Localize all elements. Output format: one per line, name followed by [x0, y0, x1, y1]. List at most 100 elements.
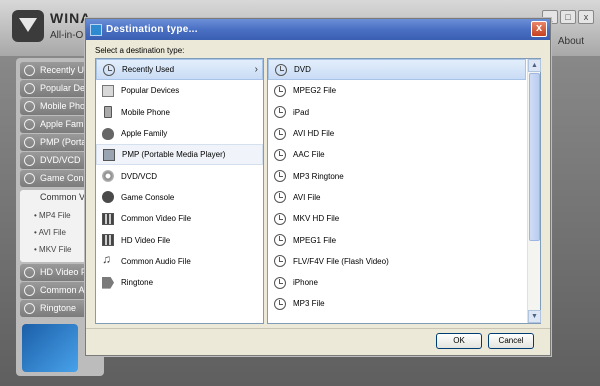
format-list-scrollbar[interactable]: ▲ ▼	[527, 59, 541, 323]
category-item-apple-family[interactable]: Apple Family	[96, 123, 263, 144]
category-item-pmp[interactable]: PMP (Portable Media Player)	[96, 144, 263, 166]
pmp-icon	[24, 137, 35, 148]
dialog-prompt: Select a destination type:	[95, 46, 185, 55]
film-icon	[24, 267, 35, 278]
clock-icon	[274, 84, 286, 97]
clock-icon	[274, 170, 286, 183]
disc-icon	[102, 170, 114, 183]
category-label: DVD/VCD	[121, 171, 158, 181]
chevron-right-icon: ›	[254, 64, 258, 75]
sidebar-item-label: Popular De	[40, 83, 86, 93]
format-item-mpeg2[interactable]: MPEG2 File	[268, 80, 540, 101]
gamepad-icon	[24, 173, 35, 184]
format-item-mkv-hd[interactable]: MKV HD File	[268, 208, 540, 229]
format-item-dvd[interactable]: DVD	[268, 59, 526, 81]
clock-icon	[274, 106, 286, 119]
scroll-thumb[interactable]	[529, 73, 540, 241]
category-item-recently-used[interactable]: Recently Used ›	[96, 59, 263, 81]
clock-icon	[274, 127, 286, 140]
category-label: Common Video File	[121, 214, 192, 224]
phone-icon	[24, 101, 35, 112]
about-link[interactable]: About	[558, 36, 584, 47]
sidebar-item-label: Game Cons	[40, 173, 89, 183]
format-label: MPEG1 File	[293, 235, 337, 245]
category-item-hd-video[interactable]: HD Video File	[96, 229, 263, 250]
format-label: MKV HD File	[293, 214, 340, 224]
dialog-close-button[interactable]: x	[531, 21, 547, 37]
category-label: Mobile Phone	[121, 107, 170, 117]
gamepad-icon	[102, 191, 114, 204]
category-item-popular-devices[interactable]: Popular Devices	[96, 80, 263, 101]
film-icon	[102, 212, 114, 225]
format-item-mp3-ringtone[interactable]: MP3 Ringtone	[268, 165, 540, 186]
clock-icon	[103, 63, 115, 76]
format-label: AAC File	[293, 150, 325, 160]
cancel-button[interactable]: Cancel	[488, 333, 534, 349]
format-item-iphone[interactable]: iPhone	[268, 272, 540, 293]
category-label: Recently Used	[122, 65, 175, 75]
scroll-down-button[interactable]: ▼	[528, 310, 541, 323]
format-list: DVD MPEG2 File iPad AVI HD File AAC File…	[267, 58, 541, 324]
format-label: AVI File	[293, 192, 321, 202]
pmp-icon	[103, 148, 115, 161]
category-item-common-audio[interactable]: Common Audio File	[96, 251, 263, 272]
app-promo-logo	[22, 324, 78, 372]
box-icon	[24, 83, 35, 94]
app-logo-icon	[12, 10, 44, 42]
maximize-button[interactable]: □	[560, 10, 576, 24]
clock-icon	[274, 255, 286, 268]
category-item-ringtone[interactable]: Ringtone	[96, 272, 263, 293]
category-item-common-video[interactable]: Common Video File	[96, 208, 263, 229]
phone-icon	[104, 106, 112, 119]
dialog-title: Destination type...	[106, 24, 198, 35]
clock-icon	[274, 148, 286, 161]
format-label: iPad	[293, 107, 310, 117]
destination-type-dialog: Destination type... x Select a destinati…	[85, 18, 551, 356]
music-icon	[102, 252, 114, 267]
format-label: MP3 File	[293, 299, 325, 309]
category-item-mobile-phone[interactable]: Mobile Phone	[96, 102, 263, 123]
category-label: HD Video File	[121, 235, 171, 245]
format-item-avi[interactable]: AVI File	[268, 187, 540, 208]
apple-icon	[24, 119, 35, 130]
ok-button[interactable]: OK	[436, 333, 482, 349]
film-icon	[102, 234, 114, 247]
clock-icon	[274, 276, 286, 289]
category-label: Common Audio File	[121, 256, 191, 266]
format-item-mp3[interactable]: MP3 File	[268, 293, 540, 314]
sidebar-item-label: DVD/VCD	[40, 155, 81, 165]
sidebar-item-label: PMP (Porta	[40, 137, 87, 147]
category-label: Ringtone	[121, 278, 154, 288]
sidebar-item-label: Common A	[40, 285, 85, 295]
dialog-titlebar: Destination type... x	[86, 19, 550, 40]
category-item-dvd-vcd[interactable]: DVD/VCD	[96, 165, 263, 186]
box-icon	[102, 84, 114, 97]
app-subtitle: All-in-On	[50, 30, 89, 41]
format-item-avi-hd[interactable]: AVI HD File	[268, 123, 540, 144]
disc-icon	[24, 155, 35, 166]
app-icon	[90, 23, 102, 36]
sidebar-item-label: Ringtone	[40, 303, 77, 313]
close-window-button[interactable]: x	[578, 10, 594, 24]
format-item-mpeg1[interactable]: MPEG1 File	[268, 229, 540, 250]
format-label: DVD	[294, 65, 311, 75]
scroll-up-button[interactable]: ▲	[528, 59, 541, 72]
category-label: Popular Devices	[121, 86, 180, 96]
category-list: Recently Used › Popular Devices Mobile Ph…	[95, 58, 264, 324]
category-item-game-console[interactable]: Game Console	[96, 187, 263, 208]
format-label: MP3 Ringtone	[293, 171, 344, 181]
sidebar-item-label: Apple Famil	[40, 119, 88, 129]
format-label: AVI HD File	[293, 129, 335, 139]
format-label: MPEG2 File	[293, 86, 337, 96]
sidebar-item-label: Recently U	[40, 65, 85, 75]
apple-icon	[102, 127, 114, 140]
clock-icon	[274, 212, 286, 225]
format-item-ipad[interactable]: iPad	[268, 102, 540, 123]
format-item-flv[interactable]: FLV/F4V File (Flash Video)	[268, 251, 540, 272]
format-label: iPhone	[293, 278, 318, 288]
ringtone-icon	[24, 303, 35, 314]
format-item-aac[interactable]: AAC File	[268, 144, 540, 165]
category-label: PMP (Portable Media Player)	[122, 150, 226, 160]
clock-icon	[274, 297, 286, 310]
sidebar-item-label: HD Video F	[40, 267, 87, 277]
